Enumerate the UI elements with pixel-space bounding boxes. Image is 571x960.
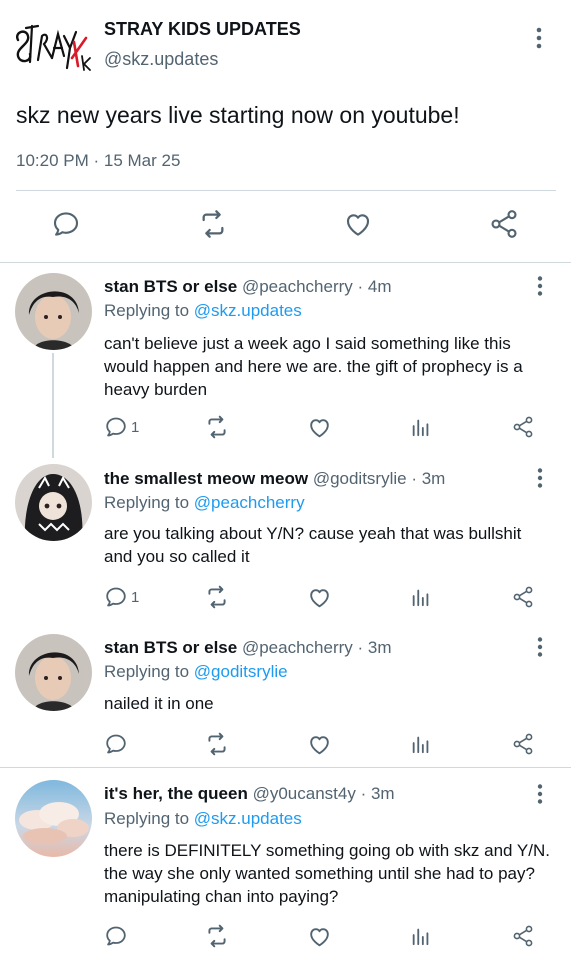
reply-count: 1 xyxy=(131,588,140,606)
replying-to: Replying to @goditsrylie xyxy=(104,662,288,682)
replying-prefix: Replying to xyxy=(104,493,194,512)
reply-author-meta[interactable]: @peachcherry · 3m xyxy=(242,638,392,657)
like-icon[interactable] xyxy=(307,922,332,950)
replying-to: Replying to @skz.updates xyxy=(104,809,302,829)
analytics-icon[interactable] xyxy=(410,413,432,441)
retweet-icon[interactable] xyxy=(197,208,229,240)
reply-action-bar xyxy=(0,730,571,758)
reply-author-meta[interactable]: @y0ucanst4y · 3m xyxy=(253,784,395,803)
more-options-icon[interactable] xyxy=(528,274,552,298)
replying-to: Replying to @peachcherry xyxy=(104,493,305,513)
tweet-timestamp[interactable]: 10:20 PM · 15 Mar 25 xyxy=(16,151,180,171)
retweet-icon[interactable] xyxy=(204,413,230,441)
avatar[interactable] xyxy=(15,273,92,350)
reply-text: there is DEFINITELY something going ob w… xyxy=(104,841,550,906)
reply-tweet[interactable]: stan BTS or else @peachcherry · 4m Reply… xyxy=(0,263,571,458)
reply-tweet[interactable]: stan BTS or else @peachcherry · 3m Reply… xyxy=(0,625,571,767)
avatar[interactable] xyxy=(15,464,92,541)
more-options-icon[interactable] xyxy=(527,26,551,50)
retweet-icon[interactable] xyxy=(204,922,230,950)
retweet-icon[interactable] xyxy=(204,583,230,611)
reply-tweet[interactable]: the smallest meow meow @goditsrylie · 3m… xyxy=(0,455,571,625)
reply-author-name[interactable]: it's her, the queen xyxy=(104,784,248,803)
like-icon[interactable] xyxy=(342,208,374,240)
replying-prefix: Replying to xyxy=(104,809,194,828)
replying-prefix: Replying to xyxy=(104,301,194,320)
main-tweet: STRAY KIDS UPDATES @skz.updates skz new … xyxy=(0,0,571,262)
share-icon[interactable] xyxy=(488,208,520,240)
reply-icon xyxy=(104,585,128,609)
share-icon[interactable] xyxy=(511,922,535,950)
reply-author-name[interactable]: the smallest meow meow xyxy=(104,469,308,488)
replying-mention[interactable]: @goditsrylie xyxy=(194,662,288,681)
reply-icon[interactable] xyxy=(50,208,82,240)
reply-action-bar xyxy=(0,922,571,950)
reply-author-meta[interactable]: @goditsrylie · 3m xyxy=(313,469,446,488)
replying-mention[interactable]: @peachcherry xyxy=(194,493,305,512)
reply-author-name[interactable]: stan BTS or else xyxy=(104,277,237,296)
author-name[interactable]: STRAY KIDS UPDATES xyxy=(104,19,301,40)
more-options-icon[interactable] xyxy=(528,466,552,490)
reply-text: nailed it in one xyxy=(104,694,214,713)
reply-button[interactable]: 1 xyxy=(104,413,139,441)
analytics-icon[interactable] xyxy=(410,922,432,950)
reply-icon xyxy=(104,415,128,439)
like-icon[interactable] xyxy=(307,583,332,611)
replying-prefix: Replying to xyxy=(104,662,194,681)
reply-action-bar: 1 xyxy=(0,583,571,611)
avatar[interactable] xyxy=(15,634,92,711)
like-icon[interactable] xyxy=(307,413,332,441)
replying-mention[interactable]: @skz.updates xyxy=(194,809,302,828)
more-options-icon[interactable] xyxy=(528,635,552,659)
reply-header[interactable]: stan BTS or else @peachcherry · 4m xyxy=(104,277,391,297)
thread-line xyxy=(52,353,54,458)
reply-button[interactable] xyxy=(104,922,131,950)
analytics-icon[interactable] xyxy=(410,583,432,611)
reply-author-meta[interactable]: @peachcherry · 4m xyxy=(242,277,392,296)
tweet-text: skz new years live starting now on youtu… xyxy=(16,102,460,128)
share-icon[interactable] xyxy=(511,730,535,758)
replying-to: Replying to @skz.updates xyxy=(104,301,302,321)
like-icon[interactable] xyxy=(307,730,332,758)
reply-header[interactable]: it's her, the queen @y0ucanst4y · 3m xyxy=(104,784,395,804)
avatar[interactable] xyxy=(15,780,92,857)
analytics-icon[interactable] xyxy=(410,730,432,758)
reply-header[interactable]: the smallest meow meow @goditsrylie · 3m xyxy=(104,469,445,489)
reply-author-name[interactable]: stan BTS or else xyxy=(104,638,237,657)
reply-header[interactable]: stan BTS or else @peachcherry · 3m xyxy=(104,638,391,658)
share-icon[interactable] xyxy=(511,583,535,611)
reply-button[interactable] xyxy=(104,730,131,758)
share-icon[interactable] xyxy=(511,413,535,441)
reply-icon xyxy=(104,732,128,756)
reply-tweet[interactable]: it's her, the queen @y0ucanst4y · 3m Rep… xyxy=(0,768,571,960)
reply-text: can't believe just a week ago I said som… xyxy=(104,334,523,399)
author-handle[interactable]: @skz.updates xyxy=(104,49,218,70)
more-options-icon[interactable] xyxy=(528,782,552,806)
main-action-bar xyxy=(0,208,571,248)
reply-action-bar: 1 xyxy=(0,413,571,441)
reply-icon xyxy=(104,924,128,948)
reply-text: are you talking about Y/N? cause yeah th… xyxy=(104,524,522,566)
reply-count: 1 xyxy=(131,418,140,436)
replying-mention[interactable]: @skz.updates xyxy=(194,301,302,320)
reply-button[interactable]: 1 xyxy=(104,583,139,611)
retweet-icon[interactable] xyxy=(204,730,230,758)
stray-kids-logo[interactable] xyxy=(12,22,94,78)
divider xyxy=(16,190,556,191)
